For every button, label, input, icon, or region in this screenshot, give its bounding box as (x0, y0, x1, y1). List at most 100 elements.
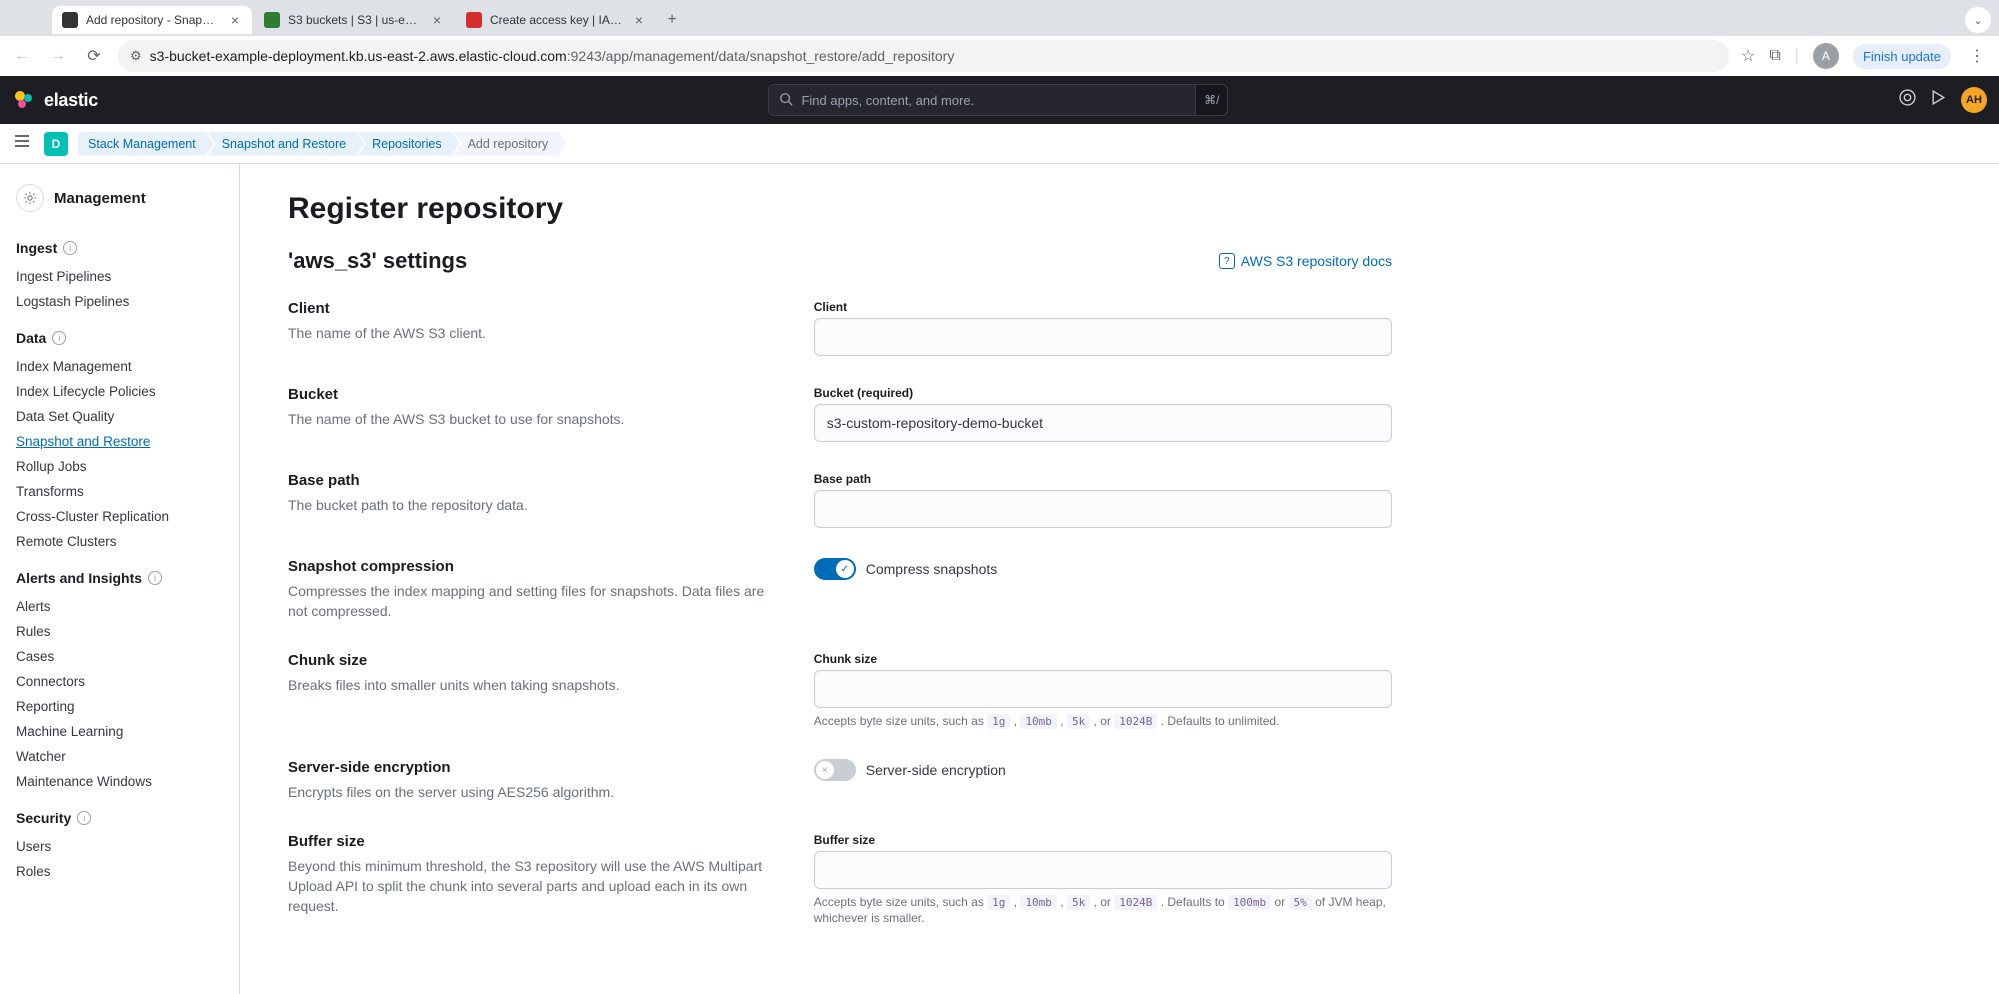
close-icon[interactable]: × (228, 13, 242, 27)
browser-tab-2[interactable]: Create access key | IAM | Glo × (456, 6, 656, 34)
main-content: Register repository 'aws_s3' settings ? … (240, 164, 1440, 994)
field-sse: Server-side encryption Encrypts files on… (288, 759, 1392, 802)
sidebar-item[interactable]: Machine Learning (16, 719, 223, 744)
field-client: Client The name of the AWS S3 client. Cl… (288, 300, 1392, 356)
favicon-icon (264, 12, 280, 28)
nav-toggle-button[interactable] (10, 130, 34, 157)
section-title: Data i (16, 330, 223, 346)
input-label: Bucket (required) (814, 386, 1392, 400)
sidebar-item[interactable]: Users (16, 834, 223, 859)
field-buffer: Buffer size Beyond this minimum threshol… (288, 833, 1392, 928)
breadcrumb-item[interactable]: Repositories (358, 132, 459, 156)
sidebar-item[interactable]: Reporting (16, 694, 223, 719)
forward-button[interactable]: → (46, 44, 70, 68)
newsfeed-icon[interactable] (1930, 89, 1947, 111)
sidebar-item-snapshot-restore[interactable]: Snapshot and Restore (16, 429, 223, 454)
base-path-input[interactable] (814, 490, 1392, 528)
profile-avatar[interactable]: A (1813, 43, 1839, 69)
sidebar-item[interactable]: Connectors (16, 669, 223, 694)
header-right: AH (1899, 87, 1987, 113)
compress-switch[interactable]: ✓ (814, 558, 856, 580)
tab-dropdown-button[interactable]: ⌄ (1965, 7, 1991, 33)
switch-row: × Server-side encryption (814, 759, 1392, 781)
sidebar-item[interactable]: Rules (16, 619, 223, 644)
sidebar-item[interactable]: Index Lifecycle Policies (16, 379, 223, 404)
field-desc: Breaks files into smaller units when tak… (288, 675, 774, 695)
sidebar-item[interactable]: Index Management (16, 354, 223, 379)
back-button[interactable]: ← (10, 44, 34, 68)
address-bar[interactable]: ⚙ s3-bucket-example-deployment.kb.us-eas… (118, 40, 1729, 72)
sidebar-item[interactable]: Watcher (16, 744, 223, 769)
breadcrumb-item[interactable]: Snapshot and Restore (208, 132, 364, 156)
sidebar-item[interactable]: Cross-Cluster Replication (16, 504, 223, 529)
field-chunk-size: Chunk size Breaks files into smaller uni… (288, 652, 1392, 730)
sidebar-item[interactable]: Roles (16, 859, 223, 884)
search-placeholder: Find apps, content, and more. (801, 93, 974, 108)
field-desc: The name of the AWS S3 client. (288, 323, 774, 343)
switch-label: Compress snapshots (866, 561, 998, 577)
address-actions: ☆ ⧉ | A Finish update ⋮ (1741, 43, 1989, 69)
reload-button[interactable]: ⟳ (82, 44, 106, 68)
field-title: Client (288, 300, 774, 317)
extensions-icon[interactable]: ⧉ (1769, 47, 1780, 65)
user-avatar[interactable]: AH (1961, 87, 1987, 113)
finish-update-button[interactable]: Finish update (1853, 44, 1951, 69)
favicon-icon (466, 12, 482, 28)
sidebar-item[interactable]: Cases (16, 644, 223, 669)
sidebar-item[interactable]: Ingest Pipelines (16, 264, 223, 289)
tab-title: Add repository - Snapshot an (86, 13, 220, 27)
sidebar-item[interactable]: Remote Clusters (16, 529, 223, 554)
sidebar-section-security: Security i Users Roles (0, 798, 239, 888)
info-icon[interactable]: i (77, 811, 91, 825)
field-desc: The bucket path to the repository data. (288, 495, 774, 515)
client-input[interactable] (814, 318, 1392, 356)
info-icon[interactable]: i (148, 571, 162, 585)
separator: | (1795, 47, 1799, 65)
browser-tab-0[interactable]: Add repository - Snapshot an × (52, 6, 252, 34)
section-title: Ingest i (16, 240, 223, 256)
sse-switch[interactable]: × (814, 759, 856, 781)
field-desc: The name of the AWS S3 bucket to use for… (288, 409, 774, 429)
close-icon[interactable]: × (430, 13, 444, 27)
bookmark-icon[interactable]: ☆ (1741, 46, 1755, 66)
field-title: Server-side encryption (288, 759, 774, 776)
input-label: Base path (814, 472, 1392, 486)
help-icon[interactable] (1899, 89, 1916, 111)
space-badge[interactable]: D (44, 132, 68, 156)
field-desc: Beyond this minimum threshold, the S3 re… (288, 856, 774, 917)
docs-icon: ? (1219, 253, 1235, 269)
address-row: ← → ⟳ ⚙ s3-bucket-example-deployment.kb.… (0, 36, 1999, 76)
menu-icon[interactable]: ⋮ (1965, 46, 1989, 66)
site-settings-icon[interactable]: ⚙ (130, 48, 142, 64)
sidebar-item[interactable]: Alerts (16, 594, 223, 619)
sidebar-item[interactable]: Data Set Quality (16, 404, 223, 429)
bucket-input[interactable] (814, 404, 1392, 442)
new-tab-button[interactable]: + (658, 6, 686, 34)
field-desc: Compresses the index mapping and setting… (288, 581, 774, 622)
elastic-logo[interactable]: elastic (12, 88, 98, 112)
browser-tab-1[interactable]: S3 buckets | S3 | us-east-2 × (254, 6, 454, 34)
sidebar-item[interactable]: Logstash Pipelines (16, 289, 223, 314)
field-title: Chunk size (288, 652, 774, 669)
info-icon[interactable]: i (52, 331, 66, 345)
sidebar-item[interactable]: Rollup Jobs (16, 454, 223, 479)
field-title: Base path (288, 472, 774, 489)
help-text: Accepts byte size units, such as 1g , 10… (814, 894, 1392, 928)
section-title: Alerts and Insights i (16, 570, 223, 586)
buffer-size-input[interactable] (814, 851, 1392, 889)
sidebar-item[interactable]: Transforms (16, 479, 223, 504)
search-input[interactable]: Find apps, content, and more. (768, 84, 1196, 116)
section-title: Security i (16, 810, 223, 826)
sidebar: Management Ingest i Ingest Pipelines Log… (0, 164, 240, 994)
chunk-size-input[interactable] (814, 670, 1392, 708)
sidebar-item[interactable]: Maintenance Windows (16, 769, 223, 794)
search-icon (779, 92, 793, 109)
sidebar-section-data: Data i Index Management Index Lifecycle … (0, 318, 239, 558)
docs-link[interactable]: ? AWS S3 repository docs (1219, 253, 1392, 269)
info-icon[interactable]: i (63, 241, 77, 255)
close-icon[interactable]: × (632, 13, 646, 27)
breadcrumb-item[interactable]: Stack Management (78, 132, 214, 156)
elastic-logo-text: elastic (44, 90, 98, 111)
field-title: Snapshot compression (288, 558, 774, 575)
switch-knob: × (816, 761, 834, 779)
